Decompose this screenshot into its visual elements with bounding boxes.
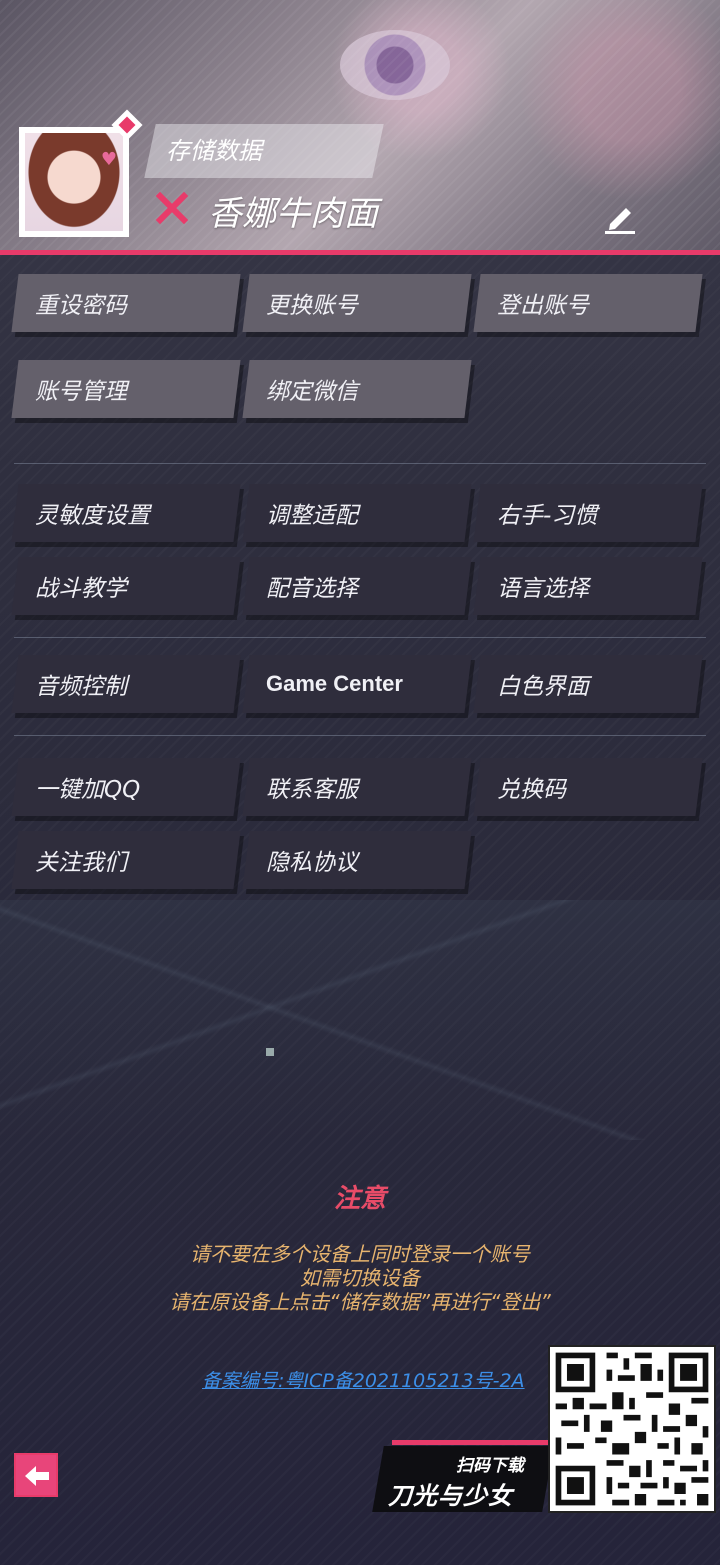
- divider: [14, 637, 706, 638]
- adjust-fit-button[interactable]: 调整适配: [242, 484, 472, 542]
- voice-select-button[interactable]: 配音选择: [242, 557, 472, 615]
- header-accent-line: [0, 250, 720, 255]
- divider: [14, 463, 706, 464]
- white-ui-button[interactable]: 白色界面: [473, 655, 703, 713]
- switch-account-button[interactable]: 更换账号: [242, 274, 472, 332]
- decorative-dot: [266, 1048, 274, 1056]
- logout-button[interactable]: 登出账号: [473, 274, 703, 332]
- banner-art: [340, 30, 450, 100]
- back-button[interactable]: [14, 1453, 58, 1497]
- edit-pencil-icon[interactable]: [600, 196, 640, 236]
- follow-us-button[interactable]: 关注我们: [11, 831, 241, 889]
- game-logo-text: 刀光与少女: [388, 1482, 513, 1510]
- divider: [14, 735, 706, 736]
- combat-tutorial-button[interactable]: 战斗教学: [11, 557, 241, 615]
- close-icon[interactable]: [154, 190, 190, 226]
- redeem-code-button[interactable]: 兑换码: [473, 758, 703, 816]
- sensitivity-settings-button[interactable]: 灵敏度设置: [11, 484, 241, 542]
- notice-title: 注意: [333, 1184, 386, 1214]
- avatar-image: [25, 133, 123, 231]
- player-name: 香娜牛肉面: [208, 194, 378, 234]
- promo-accent-bar: [392, 1440, 552, 1445]
- language-select-button[interactable]: 语言选择: [473, 557, 703, 615]
- handedness-button[interactable]: 右手-习惯: [473, 484, 703, 542]
- bind-wechat-button[interactable]: 绑定微信: [242, 360, 472, 418]
- heart-icon: ♥: [100, 149, 117, 170]
- reset-password-button[interactable]: 重设密码: [11, 274, 241, 332]
- avatar[interactable]: ♥: [19, 127, 129, 237]
- scan-download-label: 扫码下载: [456, 1456, 524, 1476]
- qr-code: [548, 1345, 716, 1513]
- game-center-button[interactable]: Game Center: [242, 655, 472, 713]
- join-qq-button[interactable]: 一键加QQ: [11, 758, 241, 816]
- privacy-policy-button[interactable]: 隐私协议: [242, 831, 472, 889]
- background-floor: [0, 900, 720, 1140]
- save-data-label: 存储数据: [166, 137, 262, 165]
- account-management-button[interactable]: 账号管理: [11, 360, 241, 418]
- contact-support-button[interactable]: 联系客服: [242, 758, 472, 816]
- notice-line: 请在原设备上点击“储存数据”再进行“登出”: [169, 1290, 551, 1314]
- icp-record-link[interactable]: 备案编号:粤ICP备2021105213号-2A: [202, 1366, 525, 1393]
- audio-control-button[interactable]: 音频控制: [11, 655, 241, 713]
- arrow-left-icon: [25, 1466, 49, 1486]
